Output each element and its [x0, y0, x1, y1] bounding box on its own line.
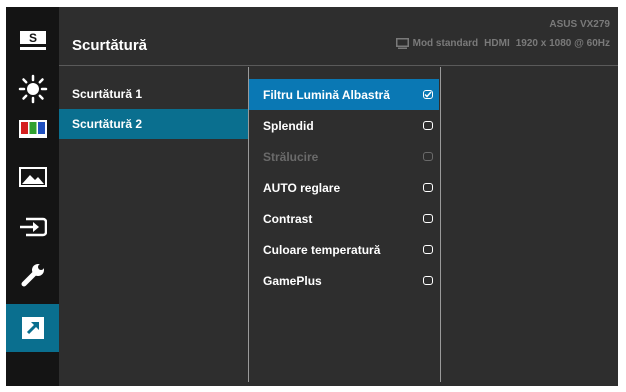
splendid-s-icon[interactable]: S: [6, 17, 59, 65]
input-source: HDMI: [484, 38, 510, 49]
menu-icon-bar: S: [6, 7, 59, 386]
shortcut-item-label: Scurtătură 2: [72, 117, 143, 131]
osd-menu: S Scurtătură ASUS VX279 Mod standard HDM…: [6, 7, 618, 386]
checkbox-icon[interactable]: [423, 214, 433, 223]
svg-text:S: S: [28, 31, 36, 45]
shortcut-item-label: Scurtătură 1: [72, 87, 143, 101]
option-contrast[interactable]: Contrast: [249, 203, 439, 234]
resolution-readout: 1920 x 1080 @ 60Hz: [515, 38, 610, 49]
checkbox-checked-icon[interactable]: [423, 90, 433, 99]
option-brightness: Strălucire: [249, 141, 439, 172]
checkbox-disabled-icon: [423, 152, 433, 161]
status-line: Mod standard HDMI 1920 x 1080 @ 60Hz: [395, 38, 610, 49]
checkbox-icon[interactable]: [423, 245, 433, 254]
option-label: GamePlus: [263, 273, 322, 288]
option-label: Culoare temperatură: [263, 242, 381, 257]
input-select-icon[interactable]: [6, 203, 59, 251]
system-setup-wrench-icon[interactable]: [6, 251, 59, 299]
monitor-model: ASUS VX279: [549, 19, 610, 30]
option-label: Strălucire: [263, 149, 319, 164]
shortcut-options-list: Filtru Lumină Albastră Splendid Străluci…: [249, 79, 439, 296]
option-splendid[interactable]: Splendid: [249, 110, 439, 141]
checkbox-icon[interactable]: [423, 183, 433, 192]
monitor-icon: [395, 38, 409, 49]
header-divider: [59, 65, 618, 66]
page-title: Scurtătură: [72, 37, 148, 54]
option-blue-light-filter[interactable]: Filtru Lumină Albastră: [249, 79, 439, 110]
checkbox-icon[interactable]: [423, 121, 433, 130]
image-icon[interactable]: [6, 153, 59, 201]
shortcut-icon[interactable]: [6, 304, 59, 352]
column-divider-right: [440, 67, 441, 382]
shortcut-item-2[interactable]: Scurtătură 2: [59, 109, 248, 139]
option-color-temperature[interactable]: Culoare temperatură: [249, 234, 439, 265]
checkbox-icon[interactable]: [423, 276, 433, 285]
color-icon[interactable]: [6, 105, 59, 153]
shortcut-item-1[interactable]: Scurtătură 1: [59, 79, 248, 109]
option-auto-adjust[interactable]: AUTO reglare: [249, 172, 439, 203]
current-mode: Mod standard: [412, 38, 479, 49]
shortcut-list: Scurtătură 1 Scurtătură 2: [59, 79, 248, 139]
option-label: Contrast: [263, 211, 313, 226]
option-label: AUTO reglare: [263, 180, 341, 195]
option-label: Splendid: [263, 118, 314, 133]
option-gameplus[interactable]: GamePlus: [249, 265, 439, 296]
option-label: Filtru Lumină Albastră: [263, 87, 390, 102]
